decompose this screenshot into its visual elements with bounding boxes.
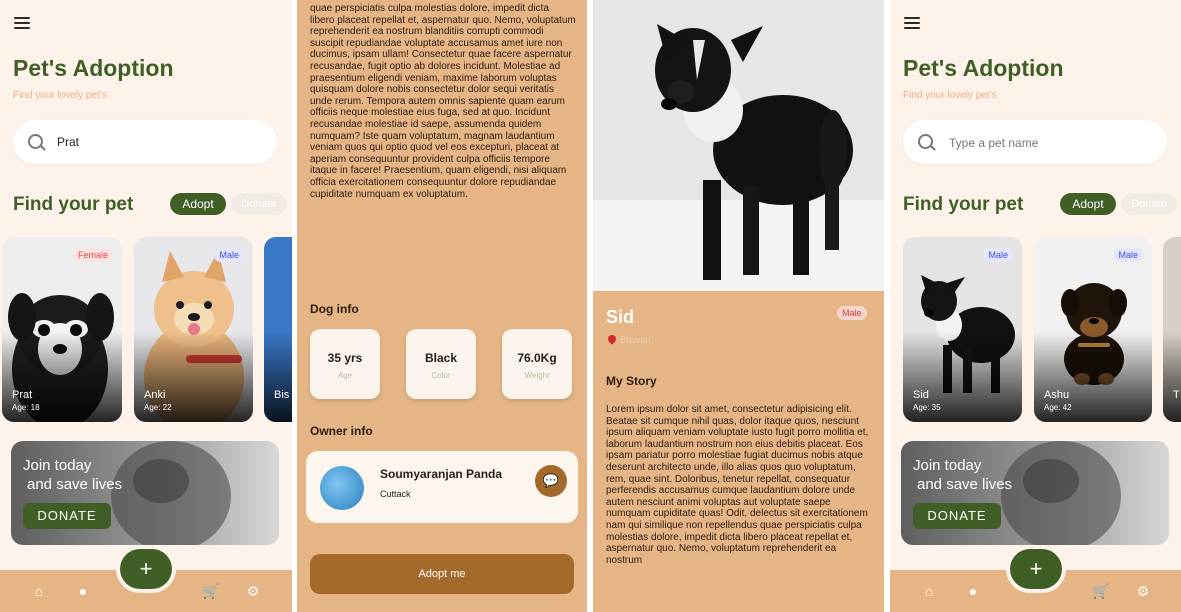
menu-icon[interactable] bbox=[14, 17, 30, 29]
section-title: Find your pet bbox=[13, 194, 134, 215]
pet-card[interactable]: Male Ashu Age: 42 bbox=[1034, 237, 1152, 422]
app-subtitle: Find your lovely pet's bbox=[13, 90, 107, 101]
owner-card: Soumyaranjan Panda Cuttack 💬 bbox=[306, 451, 578, 523]
info-card-weight: 76.0Kg Weight bbox=[502, 329, 572, 399]
info-card-color: Black Color bbox=[406, 329, 476, 399]
story-text: Lorem ipsum dolor sit amet, consectetur … bbox=[606, 404, 869, 566]
search-bar[interactable] bbox=[903, 120, 1167, 164]
pet-card[interactable]: Bis bbox=[264, 237, 292, 422]
user-icon[interactable]: ● bbox=[966, 584, 980, 598]
add-button[interactable]: + bbox=[1010, 549, 1062, 589]
home-screen: Pet's Adoption Find your lovely pet's Fi… bbox=[890, 0, 1181, 612]
app-title: Pet's Adoption bbox=[903, 55, 1064, 81]
owner-info-title: Owner info bbox=[310, 424, 373, 438]
pet-name: Sid bbox=[606, 307, 635, 327]
pet-age: Age: 22 bbox=[144, 403, 172, 412]
tab-donate[interactable]: Donate bbox=[1121, 193, 1177, 215]
menu-icon[interactable] bbox=[904, 17, 920, 29]
cart-icon[interactable]: 🛒 bbox=[202, 584, 219, 598]
pet-story-screen: Sid Male Bhuvan My Story Lorem ipsum dol… bbox=[593, 0, 884, 612]
search-input[interactable]: Prat bbox=[57, 135, 79, 149]
owner-city: Cuttack bbox=[380, 489, 411, 499]
pet-name: Sid bbox=[913, 389, 929, 401]
pet-name: Anki bbox=[144, 389, 166, 401]
tab-adopt[interactable]: Adopt bbox=[170, 193, 226, 215]
app-subtitle: Find your lovely pet's bbox=[903, 90, 997, 101]
pet-card[interactable]: Male Sid Age: 35 bbox=[903, 237, 1022, 422]
pet-card[interactable]: T bbox=[1163, 237, 1181, 422]
adopt-me-button[interactable]: Adopt me bbox=[310, 554, 574, 594]
dog-info-title: Dog info bbox=[310, 302, 359, 316]
cart-icon[interactable]: 🛒 bbox=[1092, 584, 1109, 598]
search-icon bbox=[28, 134, 43, 149]
pet-age: Age: 35 bbox=[913, 403, 941, 412]
gender-badge: Male bbox=[214, 248, 244, 262]
add-button[interactable]: + bbox=[120, 549, 172, 589]
search-icon bbox=[918, 134, 933, 149]
user-icon[interactable]: ● bbox=[76, 584, 90, 598]
settings-icon[interactable]: ⚙ bbox=[246, 584, 260, 598]
search-bar[interactable]: Prat bbox=[13, 120, 277, 164]
owner-name: Soumyaranjan Panda bbox=[380, 467, 503, 481]
section-title: Find your pet bbox=[903, 194, 1024, 215]
gender-badge: Male bbox=[1113, 248, 1143, 262]
pet-card[interactable]: Female Prat Age: 18 bbox=[2, 237, 122, 422]
pet-name: Prat bbox=[12, 389, 33, 401]
donate-banner: Join today and save lives DONATE bbox=[11, 441, 279, 545]
gender-badge: Female bbox=[72, 248, 113, 262]
pet-age: Age: 18 bbox=[12, 403, 40, 412]
home-icon[interactable]: ⌂ bbox=[922, 584, 936, 598]
pet-card[interactable]: Male Anki Age: 22 bbox=[134, 237, 253, 422]
donate-button[interactable]: DONATE bbox=[913, 503, 1001, 529]
donate-button[interactable]: DONATE bbox=[23, 503, 111, 529]
home-icon[interactable]: ⌂ bbox=[32, 584, 46, 598]
pet-name: T bbox=[1173, 389, 1180, 401]
gender-badge: Male bbox=[837, 306, 867, 320]
avatar bbox=[320, 466, 364, 510]
app-title: Pet's Adoption bbox=[13, 55, 174, 81]
pet-location: Bhuvan bbox=[620, 335, 651, 345]
pet-age: Age: 42 bbox=[1044, 403, 1072, 412]
pet-photo bbox=[593, 0, 884, 291]
donate-banner: Join today and save lives DONATE bbox=[901, 441, 1169, 545]
gender-badge: Male bbox=[983, 248, 1013, 262]
home-screen-search: Pet's Adoption Find your lovely pet's Pr… bbox=[0, 0, 292, 612]
info-card-age: 35 yrs Age bbox=[310, 329, 380, 399]
banner-text: Join today and save lives bbox=[913, 457, 1013, 493]
search-input[interactable] bbox=[947, 132, 1151, 154]
settings-icon[interactable]: ⚙ bbox=[1136, 584, 1150, 598]
my-story-title: My Story bbox=[606, 374, 657, 388]
tab-adopt[interactable]: Adopt bbox=[1060, 193, 1116, 215]
banner-text: Join today and save lives bbox=[23, 457, 123, 493]
tab-donate[interactable]: Donate bbox=[231, 193, 287, 215]
pet-details-owner-screen: quae perspiciatis culpa molestias dolore… bbox=[297, 0, 587, 612]
pet-name: Ashu bbox=[1044, 389, 1070, 401]
story-text: quae perspiciatis culpa molestias dolore… bbox=[310, 3, 576, 200]
pet-name: Bis bbox=[274, 389, 290, 401]
location-pin-icon bbox=[606, 333, 618, 345]
chat-icon[interactable]: 💬 bbox=[535, 465, 567, 497]
